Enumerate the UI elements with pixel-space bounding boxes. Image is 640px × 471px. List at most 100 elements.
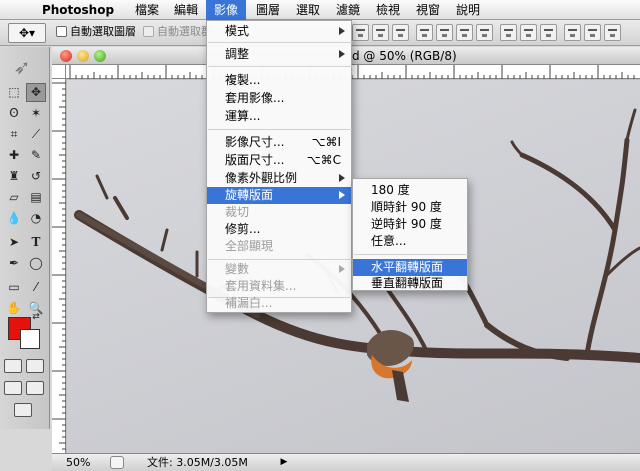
distribute-v-button[interactable] [584,24,601,41]
hand-tool-icon[interactable]: ✋ [4,299,24,318]
menu-item-label: 旋轉版面 [225,188,274,202]
quick-mask-button[interactable] [26,359,44,373]
align-left-button[interactable] [416,24,433,41]
distribute-top-button[interactable] [436,24,453,41]
menu-item-rotate-ccw-90[interactable]: 逆時針 90 度 [353,216,467,233]
align-middle-button[interactable] [372,24,389,41]
menu-item-crop[interactable]: 裁切 [207,204,351,221]
menu-item-label: 套用影像... [225,91,285,105]
dodge-tool-icon[interactable]: ◔ [26,209,46,228]
healing-brush-tool-icon[interactable]: ✚ [4,146,24,165]
menu-item-canvas-size[interactable]: 版面尺寸... ⌥⌘C [207,152,351,169]
type-tool-icon[interactable]: T [26,233,46,252]
close-icon[interactable] [60,50,72,62]
menu-item-duplicate[interactable]: 複製... [207,72,351,89]
eyedropper-tool-icon[interactable]: ⁄ [26,278,46,297]
distribute-h-button[interactable] [564,24,581,41]
tool-preset-picker[interactable]: ✥▾ [8,23,46,43]
auto-select-group-checkbox[interactable] [143,26,154,37]
minimize-icon[interactable] [77,50,89,62]
menu-item-image-size[interactable]: 影像尺寸... ⌥⌘I [207,134,351,151]
stamp-tool-icon[interactable]: ♜ [4,167,24,186]
marquee-tool-icon[interactable]: ⬚ [4,83,24,102]
jump-to-imageready-button[interactable] [14,403,32,417]
menu-item-pixel-aspect-ratio[interactable]: 像素外觀比例 [207,170,351,187]
horizontal-ruler[interactable] [66,65,640,79]
blur-tool-icon[interactable]: 💧 [4,209,24,228]
menu-separator [208,259,352,260]
menu-item-mode[interactable]: 模式 [207,23,351,40]
history-brush-tool-icon[interactable]: ↺ [26,167,46,186]
menu-app[interactable]: Photoshop [36,0,120,20]
ruler-origin[interactable] [52,65,66,79]
notes-tool-icon[interactable]: ▭ [4,278,24,297]
menu-item-label: 修剪... [225,222,261,236]
align-top-button[interactable] [352,24,369,41]
shortcut-label: ⌥⌘I [311,135,341,149]
status-bar: 50% 文件: 3.05M/3.05M ▶ [52,453,640,471]
menu-item-rotate-arbitrary[interactable]: 任意... [353,233,467,250]
magic-wand-tool-icon[interactable]: ✶ [26,104,46,123]
menu-item-variables[interactable]: 變數 [207,261,351,278]
auto-select-group-label: 自動選取群 [157,25,212,38]
distribute-middle-button[interactable] [456,24,473,41]
document-size: 文件: 3.05M/3.05M [147,456,248,469]
menu-item-label: 順時針 90 度 [371,200,442,214]
move-tool-icon[interactable]: ✥ [26,83,46,102]
menu-item-label: 全部顯現 [225,239,274,253]
zoom-level[interactable]: 50% [66,456,90,470]
menu-item-trap[interactable]: 補漏白... [207,295,351,312]
distribute-bottom-button[interactable] [476,24,493,41]
path-selection-tool-icon[interactable]: ➤ [4,233,24,252]
menu-item-adjust[interactable]: 調整 [207,46,351,63]
gradient-tool-icon[interactable]: ▤ [26,188,46,207]
auto-align-button[interactable] [604,24,621,41]
eraser-tool-icon[interactable]: ▱ [4,188,24,207]
menu-item-trim[interactable]: 修剪... [207,221,351,238]
apple-icon[interactable] [10,1,28,19]
menu-item-apply-data-set[interactable]: 套用資料集... [207,278,351,295]
menu-item-flip-horizontal[interactable]: 水平翻轉版面 [353,259,467,276]
toolbox: ➶ ⬚ ✥ ʘ ✶ ⌗ ⟋ ✚ ✎ ♜ ↺ ▱ ▤ 💧 ◔ ➤ T ✒ ◯ ▭ … [0,47,50,429]
align-bottom-button[interactable] [392,24,409,41]
menu-help[interactable]: 說明 [450,0,486,20]
menu-item-calculations[interactable]: 運算... [207,108,351,125]
menu-image[interactable]: 影像 [206,0,246,20]
menu-view[interactable]: 檢視 [370,0,406,20]
menu-item-label: 補漏白... [225,296,273,310]
menu-item-rotate-cw-90[interactable]: 順時針 90 度 [353,199,467,216]
status-menu-arrow-icon[interactable]: ▶ [278,456,290,469]
standard-mode-button[interactable] [4,359,22,373]
menu-item-rotate-180[interactable]: 180 度 [353,182,467,199]
status-info-icon[interactable] [110,456,124,469]
menu-item-apply-image[interactable]: 套用影像... [207,90,351,107]
distribute-right-button[interactable] [540,24,557,41]
menu-layer[interactable]: 圖層 [250,0,286,20]
lasso-tool-icon[interactable]: ʘ [4,104,24,123]
submenu-arrow-icon [339,265,345,273]
screen-mode-full-button[interactable] [26,381,44,395]
brush-tool-icon[interactable]: ✎ [26,146,46,165]
menu-separator [208,66,352,67]
menu-filter[interactable]: 濾鏡 [330,0,366,20]
menu-item-flip-vertical[interactable]: 垂直翻轉版面 [353,275,467,292]
distribute-center-button[interactable] [520,24,537,41]
menu-select[interactable]: 選取 [290,0,326,20]
menu-window[interactable]: 視窗 [410,0,446,20]
menu-file[interactable]: 檔案 [128,0,166,20]
background-color-swatch[interactable] [20,329,40,349]
swap-colors-icon[interactable]: ⇄ [30,311,42,323]
vertical-ruler[interactable] [52,79,66,453]
distribute-left-button[interactable] [500,24,517,41]
crop-tool-icon[interactable]: ⌗ [4,125,24,144]
pen-tool-icon[interactable]: ✒ [4,254,24,273]
zoom-window-icon[interactable] [94,50,106,62]
menu-item-reveal-all[interactable]: 全部顯現 [207,238,351,255]
menu-edit[interactable]: 編輯 [168,0,204,20]
screen-mode-standard-button[interactable] [4,381,22,395]
slice-tool-icon[interactable]: ⟋ [26,125,46,144]
menu-item-rotate-canvas[interactable]: 旋轉版面 [207,187,351,204]
auto-select-layer-checkbox[interactable] [56,26,67,37]
menu-item-label: 180 度 [371,183,410,197]
shape-tool-icon[interactable]: ◯ [26,254,46,273]
